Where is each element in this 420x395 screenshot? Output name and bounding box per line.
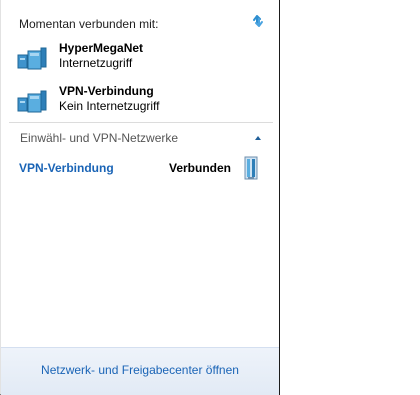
network-name: HyperMegaNet xyxy=(59,41,144,55)
vpn-status: Verbunden xyxy=(169,161,232,175)
refresh-arrows-icon[interactable] xyxy=(251,13,265,29)
network-computer-icon xyxy=(17,47,47,70)
network-status: Internetzugriff xyxy=(59,56,133,70)
network-hypermeganet[interactable]: HyperMegaNet Internetzugriff xyxy=(17,41,257,73)
vpn-connection-icon xyxy=(244,156,258,180)
dialup-item-vpn[interactable]: VPN-Verbindung Verbunden xyxy=(9,153,273,183)
dialup-section-title: Einwähl- und VPN-Netzwerke xyxy=(20,131,179,145)
vpn-name-link[interactable]: VPN-Verbindung xyxy=(19,161,114,175)
network-vpn-verbindung[interactable]: VPN-Verbindung Kein Internetzugriff xyxy=(17,84,257,116)
network-flyout: Momentan verbunden mit: HyperMegaNet Int… xyxy=(0,0,280,395)
chevron-up-icon[interactable] xyxy=(253,134,263,142)
network-computer-icon xyxy=(17,90,47,113)
connected-to-label: Momentan verbunden mit: xyxy=(19,17,159,31)
network-status: Kein Internetzugriff xyxy=(59,99,160,113)
section-divider xyxy=(9,122,273,123)
network-name: VPN-Verbindung xyxy=(59,84,154,98)
network-center-link[interactable]: Netzwerk- und Freigabecenter öffnen xyxy=(1,363,279,377)
footer-bar: Netzwerk- und Freigabecenter öffnen xyxy=(1,347,279,395)
